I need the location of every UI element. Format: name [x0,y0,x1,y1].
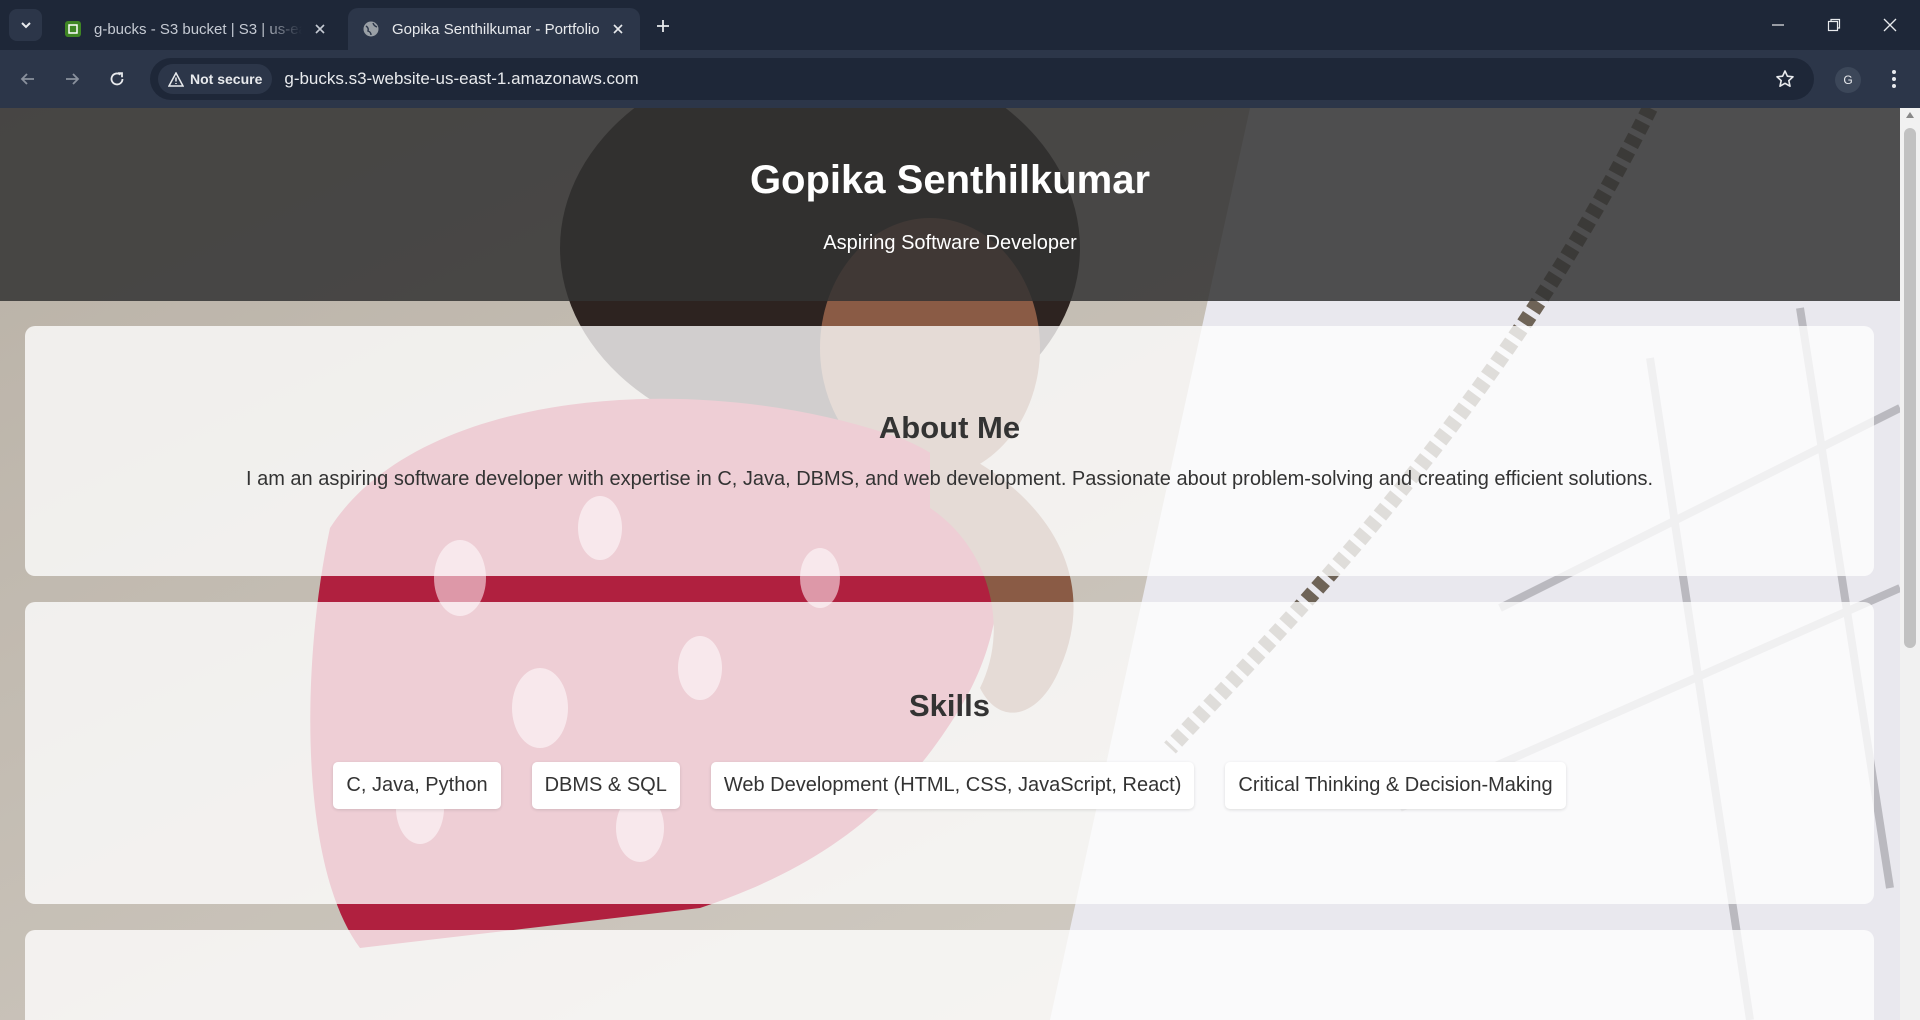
back-button[interactable] [12,63,44,95]
menu-button[interactable] [1880,65,1908,93]
globe-icon [363,21,379,37]
reload-icon [110,72,124,86]
tab-title: g-bucks - S3 bucket | S3 | us-east-1 [94,20,302,38]
tab-title: Gopika Senthilkumar - Portfolio [392,20,600,38]
url-text[interactable]: g-bucks.s3-website-us-east-1.amazonaws.c… [284,69,638,89]
page-viewport: Gopika Senthilkumar Aspiring Software De… [0,108,1920,1020]
skills-heading: Skills [909,688,990,723]
page-scrollbar[interactable] [1900,108,1920,1020]
forward-button[interactable] [56,63,88,95]
tab-s3-bucket[interactable]: g-bucks - S3 bucket | S3 | us-east-1 [50,8,342,50]
skill-item: Critical Thinking & Decision-Making [1225,762,1566,809]
arrow-right-icon [66,73,80,85]
restore-button[interactable] [1806,0,1862,50]
about-section: About Me I am an aspiring software devel… [25,326,1874,576]
about-text: I am an aspiring software developer with… [245,468,1654,490]
arrow-left-icon [20,73,34,85]
next-section [25,930,1874,1020]
browser-toolbar: Not secure g-bucks.s3-website-us-east-1.… [0,50,1920,108]
skills-list: C, Java, Python DBMS & SQL Web Developme… [25,762,1874,809]
skill-item: Web Development (HTML, CSS, JavaScript, … [710,762,1195,809]
tab-search-button[interactable] [9,9,42,41]
tab-portfolio[interactable]: Gopika Senthilkumar - Portfolio [348,8,640,50]
restore-icon [1827,18,1841,32]
page-subtitle: Aspiring Software Developer [823,232,1077,254]
skill-item: C, Java, Python [333,762,501,809]
more-vertical-icon [1892,70,1896,88]
star-icon [1776,70,1794,87]
profile-avatar[interactable]: G [1835,67,1861,93]
minimize-button[interactable] [1750,0,1806,50]
tab-strip: g-bucks - S3 bucket | S3 | us-east-1 Gop… [0,0,1920,50]
bookmark-star-button[interactable] [1774,68,1796,90]
aws-s3-favicon-icon [65,21,81,37]
close-tab-icon[interactable] [310,19,330,39]
close-tab-icon[interactable] [608,19,628,39]
close-window-button[interactable] [1862,0,1918,50]
security-label: Not secure [190,71,263,87]
new-tab-button[interactable] [650,13,676,39]
minimize-icon [1772,24,1784,26]
plus-icon [657,20,669,32]
skill-item: DBMS & SQL [531,762,680,809]
scrollbar-thumb[interactable] [1904,128,1916,648]
warning-icon [168,71,184,87]
address-bar[interactable]: Not secure g-bucks.s3-website-us-east-1.… [150,58,1814,100]
chevron-down-icon [20,22,31,29]
scroll-up-arrow-icon[interactable] [1905,110,1915,120]
site-header: Gopika Senthilkumar Aspiring Software De… [0,108,1900,301]
page-title: Gopika Senthilkumar [749,158,1151,202]
reload-button[interactable] [101,63,133,95]
close-icon [1883,18,1897,32]
about-heading: About Me [878,410,1021,445]
skills-section: Skills C, Java, Python DBMS & SQL Web De… [25,602,1874,904]
security-indicator[interactable]: Not secure [158,64,273,94]
